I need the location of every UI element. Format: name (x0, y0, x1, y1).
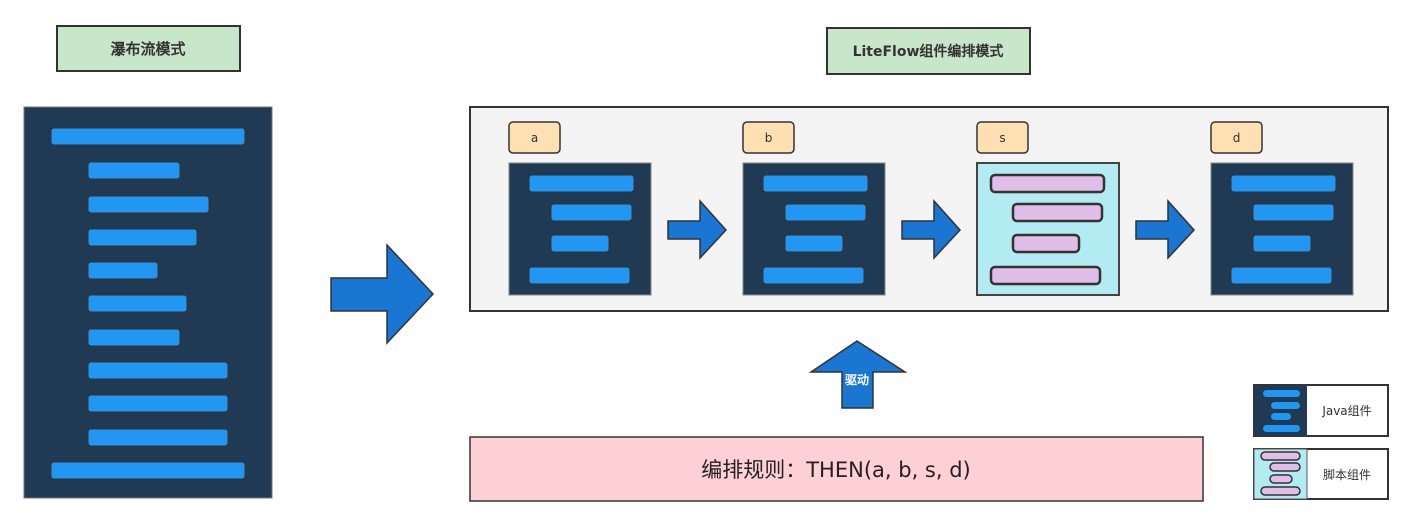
component-bar (528, 266, 631, 285)
waterfall-bar (50, 127, 246, 146)
waterfall-bar (87, 161, 181, 180)
waterfall-title: 瀑布流模式 (110, 40, 185, 58)
component-bar (1230, 174, 1337, 193)
component-bar (528, 174, 635, 193)
drive-arrow: 驱动 (808, 340, 908, 409)
rule-text: 编排规则：THEN(a, b, s, d) (701, 458, 971, 482)
component-bar (784, 203, 867, 222)
component-label: b (765, 131, 773, 145)
legend-script-label: 脚本组件 (1323, 467, 1371, 482)
waterfall-panel (23, 106, 273, 499)
component-bar (989, 173, 1106, 194)
component-bar (989, 265, 1102, 286)
waterfall-bar (87, 228, 198, 247)
waterfall-title-box: 瀑布流模式 (56, 25, 241, 72)
component-bar (784, 234, 844, 253)
rule-box: 编排规则：THEN(a, b, s, d) (469, 436, 1204, 502)
component-label: d (1233, 131, 1241, 145)
component-bar (762, 174, 869, 193)
legend: Java组件 脚本组件 (1253, 384, 1389, 500)
waterfall-bar (87, 361, 229, 380)
drive-label: 驱动 (845, 373, 869, 387)
legend-script: 脚本组件 (1253, 448, 1389, 500)
liteflow-title-box: LiteFlow组件编排模式 (826, 27, 1031, 75)
diagram: 瀑布流模式 LiteFlow组件编排模式 a b s d 驱动 编排规则：THEN(a… (23, 25, 1389, 502)
waterfall-bar (87, 195, 210, 214)
component-label: a (531, 131, 538, 145)
component-bar (1252, 234, 1312, 253)
component-label: s (999, 131, 1005, 145)
waterfall-bar (87, 394, 229, 413)
component-bar (1230, 266, 1333, 285)
component-bar (1011, 202, 1104, 223)
big-right-arrow-icon (330, 243, 435, 345)
component-bar (550, 234, 610, 253)
waterfall-bar (87, 294, 188, 313)
waterfall-bar (87, 261, 159, 280)
component-bar (550, 203, 633, 222)
waterfall-bar (87, 428, 229, 447)
waterfall-bar (87, 328, 181, 347)
waterfall-bar (50, 461, 246, 480)
legend-java-label: Java组件 (1321, 404, 1371, 418)
component-bar (1011, 233, 1081, 254)
legend-java: Java组件 (1253, 384, 1389, 437)
component-bar (762, 266, 865, 285)
component-bar (1252, 203, 1335, 222)
liteflow-title: LiteFlow组件编排模式 (853, 43, 1004, 60)
